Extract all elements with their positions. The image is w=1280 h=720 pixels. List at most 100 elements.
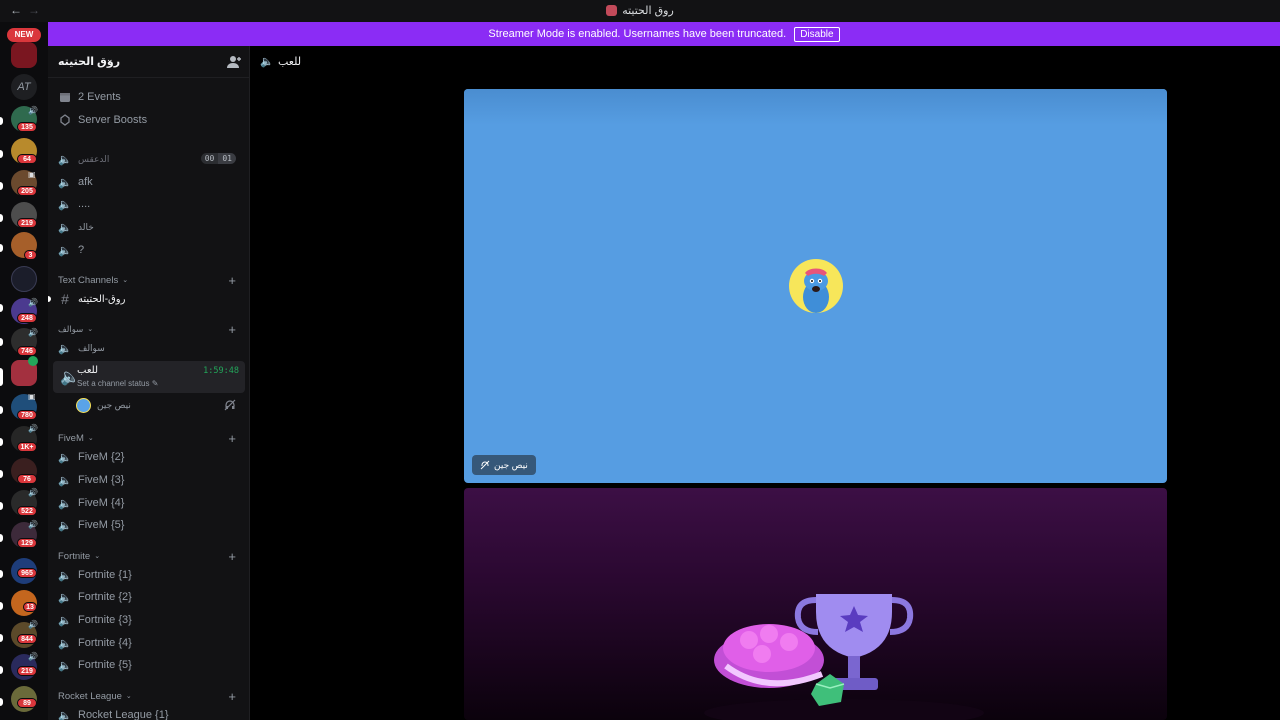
server-icon-bloods[interactable] <box>11 42 37 68</box>
voice-channel-row[interactable]: 🔈 FiveM {4} <box>56 493 242 513</box>
guild-header[interactable]: روق الحتيته ⌄ <box>48 46 250 78</box>
voice-channel-row[interactable]: 🔈 ? <box>56 240 242 260</box>
unread-pill <box>0 244 3 252</box>
add-channel-icon[interactable]: + <box>228 273 236 288</box>
voice-channel-row[interactable]: 🔈 خالد <box>56 217 242 237</box>
voice-channel-row[interactable]: 🔈 afk <box>56 172 242 192</box>
voice-channel-label: الدعقس <box>78 153 110 164</box>
unread-pill <box>0 150 3 158</box>
chevron-down-icon: ⌄ <box>94 553 101 560</box>
unread-pill <box>0 634 3 642</box>
mention-badge: 89 <box>17 698 37 708</box>
voice-channel-label: .... <box>78 198 91 210</box>
voice-channel-row[interactable]: 🔈 Fortnite {4} <box>56 633 242 653</box>
streamer-mode-message: Streamer Mode is enabled. Usernames have… <box>488 28 787 40</box>
screen-share-icon: ▣ <box>28 392 36 401</box>
speaker-icon: 🔈 <box>58 497 72 510</box>
channel-status-label: Set a channel status <box>77 379 150 388</box>
speaker-icon: 🔈 <box>58 451 72 464</box>
voice-channel-row[interactable]: 🔈 Rocket League {1} <box>56 705 242 720</box>
category-sawalif[interactable]: سوالف ⌄ + <box>58 321 242 337</box>
add-channel-icon[interactable]: + <box>228 549 236 564</box>
unread-pill <box>0 214 3 222</box>
voice-channel-label: Fortnite {2} <box>78 591 132 603</box>
category-rocket-league[interactable]: Rocket League ⌄ + <box>58 688 242 704</box>
voice-channel-row[interactable]: 🔈 .... <box>56 194 242 214</box>
active-channel-name: للعب <box>77 365 99 376</box>
speaker-locked-icon: 🔈 <box>58 198 72 211</box>
voice-channel-label: Fortnite {5} <box>78 659 132 671</box>
events-row[interactable]: 2 Events <box>56 87 242 107</box>
server-icon-at[interactable]: AT <box>11 74 37 100</box>
voice-connected-dot <box>28 356 38 366</box>
new-badge[interactable]: NEW <box>7 28 41 42</box>
unread-pill <box>0 406 3 414</box>
participant-tile[interactable]: نيص جين <box>464 89 1167 483</box>
voice-speaker-icon: 🔊 <box>28 328 38 337</box>
voice-channel-row[interactable]: 🔈 Fortnite {3} <box>56 610 242 630</box>
category-fivem[interactable]: FiveM ⌄ + <box>58 430 242 446</box>
chevron-down-icon: ⌄ <box>122 277 129 284</box>
chevron-down-icon: ⌄ <box>125 693 132 700</box>
mention-badge: 746 <box>17 346 37 356</box>
speaker-icon: 🔈 <box>260 56 274 68</box>
disable-streamer-mode-button[interactable]: Disable <box>794 26 840 42</box>
voice-channel-row[interactable]: 🔈 FiveM {2} <box>56 447 242 467</box>
voice-channel-label: Rocket League {1} <box>78 709 169 720</box>
voice-speaker-icon: 🔊 <box>28 298 38 307</box>
channel-sidebar: روق الحتيته ⌄ 2 Events Server Boosts 🔈 ا… <box>48 46 250 720</box>
voice-call-view: 🔈 للعب نيص جين <box>250 46 1280 720</box>
voice-channel-label: FiveM {3} <box>78 474 125 486</box>
voice-channel-label: ? <box>78 244 85 256</box>
invite-people-icon[interactable] <box>226 54 242 70</box>
voice-channel-row[interactable]: 🔈 سوالف <box>56 338 242 358</box>
voice-channel-row[interactable]: 🔈 FiveM {5} <box>56 515 242 535</box>
channel-status-prompt[interactable]: Set a channel status ✎ <box>77 379 158 388</box>
unread-pill <box>0 698 3 706</box>
text-channel-row[interactable]: # روق-الحتيته <box>56 289 242 309</box>
server-mini-icon <box>606 5 618 16</box>
unread-pill <box>0 534 3 542</box>
speaker-locked-icon: 🔈 <box>58 342 72 355</box>
participant-avatar <box>789 259 843 313</box>
window-title: روق الحتيته <box>0 4 1280 17</box>
server-boosts-row[interactable]: Server Boosts <box>56 110 242 130</box>
category-fortnite[interactable]: Fortnite ⌄ + <box>58 548 242 564</box>
voice-speaker-icon: 🔊 <box>28 424 38 433</box>
server-icon-6[interactable] <box>11 266 37 292</box>
server-boosts-label: Server Boosts <box>78 114 148 126</box>
call-channel-title: للعب <box>278 56 302 68</box>
voice-channel-row[interactable]: 🔈 الدعقس 00 01 <box>56 149 242 169</box>
speaker-locked-icon: 🔈 <box>58 244 72 257</box>
voice-timer: 1:59:48 <box>203 366 239 376</box>
speaker-icon: 🔈 <box>58 614 72 627</box>
voice-channel-row[interactable]: 🔈 Fortnite {5} <box>56 655 242 675</box>
voice-speaker-icon: 🔊 <box>28 106 38 115</box>
unread-pill <box>0 470 3 478</box>
hashtag-icon: # <box>61 291 69 307</box>
mention-badge: 76 <box>17 474 37 484</box>
mention-badge: 129 <box>17 538 37 548</box>
active-voice-channel[interactable]: 🔈 للعب Set a channel status ✎ 1:59:48 <box>53 361 245 393</box>
voice-channel-row[interactable]: 🔈 Fortnite {2} <box>56 587 242 607</box>
speaker-icon: 🔈 <box>58 591 72 604</box>
voice-user-row[interactable]: نيص جين <box>76 396 242 414</box>
category-text-channels[interactable]: Text Channels ⌄ + <box>58 272 242 288</box>
tile-top-shade <box>464 89 1167 125</box>
add-channel-icon[interactable]: + <box>228 689 236 704</box>
counter-current: 00 <box>200 153 219 164</box>
voice-channel-row[interactable]: 🔈 FiveM {3} <box>56 470 242 490</box>
voice-channel-label: FiveM {4} <box>78 497 125 509</box>
mention-badge: 1K+ <box>17 442 37 452</box>
mention-badge: 780 <box>17 410 37 420</box>
voice-channel-row[interactable]: 🔈 Fortnite {1} <box>56 565 242 585</box>
unread-pill <box>0 438 3 446</box>
mention-badge: 219 <box>17 218 37 228</box>
activity-tile[interactable] <box>464 488 1167 720</box>
unread-pill <box>0 502 3 510</box>
voice-speaker-icon: 🔊 <box>28 520 38 529</box>
participant-name-chip: نيص جين <box>472 455 536 475</box>
add-channel-icon[interactable]: + <box>228 322 236 337</box>
add-channel-icon[interactable]: + <box>228 431 236 446</box>
unread-pill <box>0 602 3 610</box>
